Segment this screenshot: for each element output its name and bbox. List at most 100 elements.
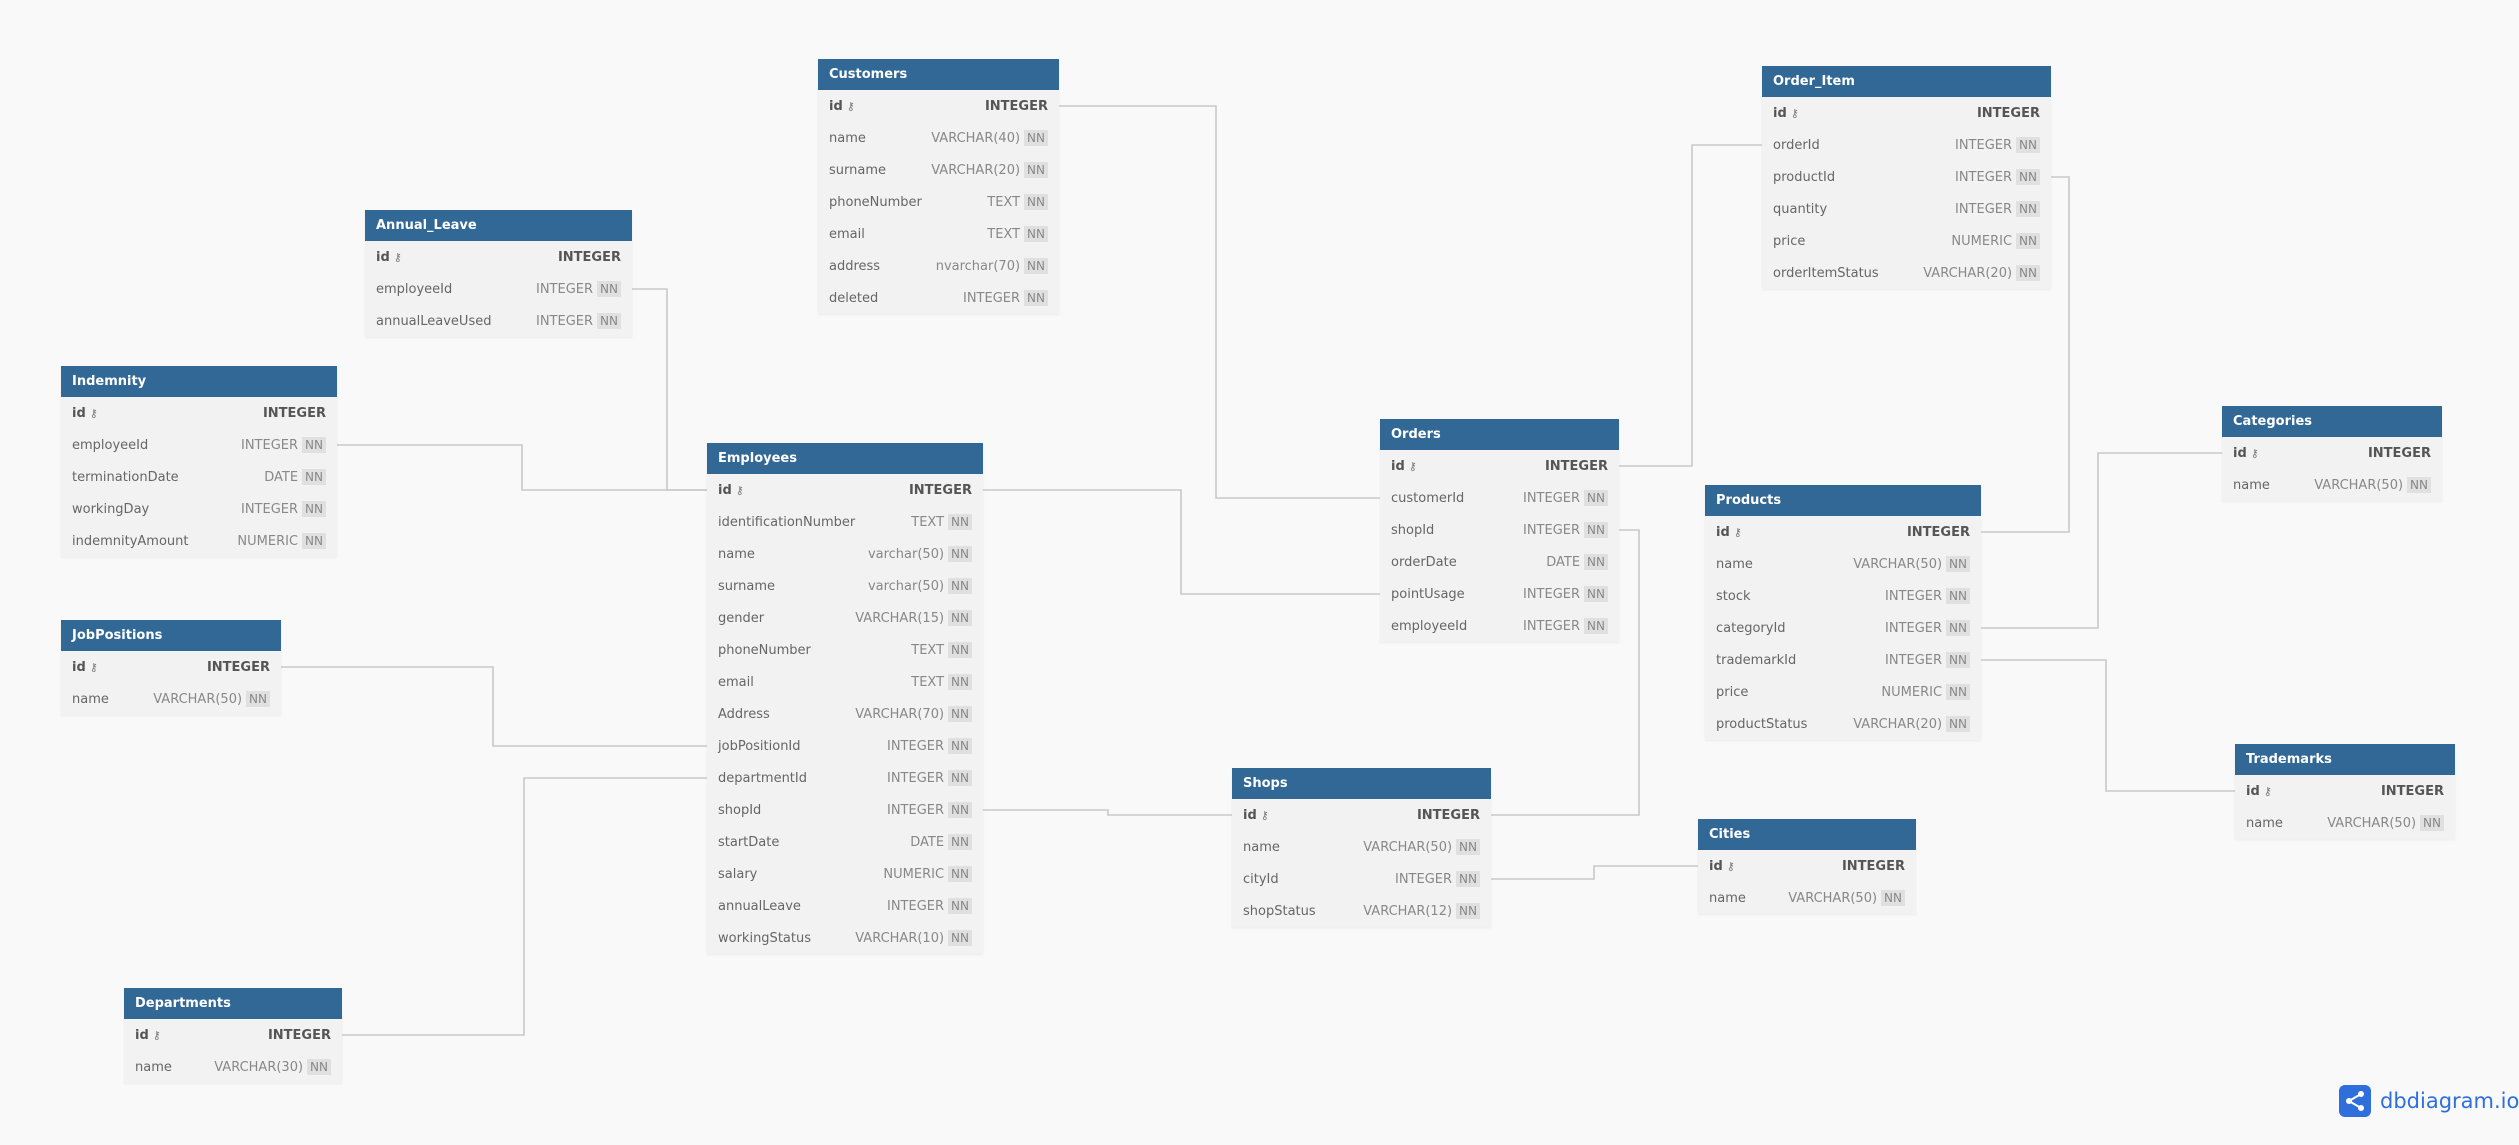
table-column[interactable]: customerId INTEGER NN bbox=[1380, 482, 1619, 514]
table-jobpositions[interactable]: JobPositions id ⚷ INTEGER name VARCHAR(50… bbox=[61, 620, 281, 715]
table-column[interactable]: workingStatus VARCHAR(10) NN bbox=[707, 922, 983, 954]
table-column[interactable]: orderDate DATE NN bbox=[1380, 546, 1619, 578]
column-name: id ⚷ bbox=[1773, 106, 1977, 121]
table-column[interactable]: name VARCHAR(50) NN bbox=[2235, 807, 2455, 839]
table-column[interactable]: id ⚷ INTEGER bbox=[1705, 516, 1981, 548]
table-column[interactable]: surname varchar(50) NN bbox=[707, 570, 983, 602]
table-column[interactable]: address nvarchar(70) NN bbox=[818, 250, 1059, 282]
table-column[interactable]: id ⚷ INTEGER bbox=[61, 651, 281, 683]
table-column[interactable]: categoryId INTEGER NN bbox=[1705, 612, 1981, 644]
column-name: employeeId bbox=[376, 282, 536, 297]
table-column[interactable]: id ⚷ INTEGER bbox=[124, 1019, 342, 1051]
table-column[interactable]: shopStatus VARCHAR(12) NN bbox=[1232, 895, 1491, 927]
table-column[interactable]: stock INTEGER NN bbox=[1705, 580, 1981, 612]
table-column[interactable]: startDate DATE NN bbox=[707, 826, 983, 858]
table-header[interactable]: Products bbox=[1705, 485, 1981, 516]
table-column[interactable]: deleted INTEGER NN bbox=[818, 282, 1059, 314]
table-column[interactable]: shopId INTEGER NN bbox=[1380, 514, 1619, 546]
table-column[interactable]: id ⚷ INTEGER bbox=[61, 397, 337, 429]
table-column[interactable]: price NUMERIC NN bbox=[1762, 225, 2051, 257]
table-column[interactable]: surname VARCHAR(20) NN bbox=[818, 154, 1059, 186]
table-header[interactable]: Shops bbox=[1232, 768, 1491, 799]
table-column[interactable]: quantity INTEGER NN bbox=[1762, 193, 2051, 225]
table-column[interactable]: name VARCHAR(40) NN bbox=[818, 122, 1059, 154]
table-column[interactable]: id ⚷ INTEGER bbox=[2222, 437, 2442, 469]
table-column[interactable]: employeeId INTEGER NN bbox=[365, 273, 632, 305]
column-name-text: id bbox=[1243, 807, 1257, 823]
table-column[interactable]: email TEXT NN bbox=[707, 666, 983, 698]
table-column[interactable]: departmentId INTEGER NN bbox=[707, 762, 983, 794]
table-header[interactable]: Categories bbox=[2222, 406, 2442, 437]
table-header[interactable]: JobPositions bbox=[61, 620, 281, 651]
table-column[interactable]: phoneNumber TEXT NN bbox=[707, 634, 983, 666]
table-column[interactable]: gender VARCHAR(15) NN bbox=[707, 602, 983, 634]
table-column[interactable]: price NUMERIC NN bbox=[1705, 676, 1981, 708]
column-name-text: name bbox=[1716, 556, 1753, 572]
table-customers[interactable]: Customers id ⚷ INTEGER name VARCHAR(40) N… bbox=[818, 59, 1059, 314]
table-column[interactable]: identificationNumber TEXT NN bbox=[707, 506, 983, 538]
table-column[interactable]: cityId INTEGER NN bbox=[1232, 863, 1491, 895]
dbdiagram-logo[interactable]: dbdiagram.io bbox=[2339, 1085, 2519, 1117]
table-column[interactable]: name VARCHAR(50) NN bbox=[2222, 469, 2442, 501]
table-column[interactable]: terminationDate DATE NN bbox=[61, 461, 337, 493]
table-products[interactable]: Products id ⚷ INTEGER name VARCHAR(50) NN… bbox=[1705, 485, 1981, 740]
table-employees[interactable]: Employees id ⚷ INTEGER identificationNumb… bbox=[707, 443, 983, 954]
table-header[interactable]: Indemnity bbox=[61, 366, 337, 397]
table-header[interactable]: Annual_Leave bbox=[365, 210, 632, 241]
table-trademarks[interactable]: Trademarks id ⚷ INTEGER name VARCHAR(50) … bbox=[2235, 744, 2455, 839]
table-column[interactable]: annualLeave INTEGER NN bbox=[707, 890, 983, 922]
table-column[interactable]: employeeId INTEGER NN bbox=[61, 429, 337, 461]
table-column[interactable]: phoneNumber TEXT NN bbox=[818, 186, 1059, 218]
table-column[interactable]: salary NUMERIC NN bbox=[707, 858, 983, 890]
table-column[interactable]: trademarkId INTEGER NN bbox=[1705, 644, 1981, 676]
table-column[interactable]: jobPositionId INTEGER NN bbox=[707, 730, 983, 762]
table-departments[interactable]: Departments id ⚷ INTEGER name VARCHAR(30)… bbox=[124, 988, 342, 1083]
column-name: name bbox=[72, 692, 153, 707]
table-column[interactable]: workingDay INTEGER NN bbox=[61, 493, 337, 525]
table-column[interactable]: pointUsage INTEGER NN bbox=[1380, 578, 1619, 610]
table-cities[interactable]: Cities id ⚷ INTEGER name VARCHAR(50) NN bbox=[1698, 819, 1916, 914]
table-column[interactable]: id ⚷ INTEGER bbox=[1698, 850, 1916, 882]
table-column[interactable]: name VARCHAR(50) NN bbox=[1232, 831, 1491, 863]
table-column[interactable]: name VARCHAR(50) NN bbox=[1705, 548, 1981, 580]
table-column[interactable]: id ⚷ INTEGER bbox=[365, 241, 632, 273]
table-column[interactable]: id ⚷ INTEGER bbox=[1380, 450, 1619, 482]
table-column[interactable]: shopId INTEGER NN bbox=[707, 794, 983, 826]
column-type: VARCHAR(20) bbox=[931, 162, 1021, 178]
table-column[interactable]: name VARCHAR(50) NN bbox=[61, 683, 281, 715]
table-header[interactable]: Employees bbox=[707, 443, 983, 474]
table-column[interactable]: Address VARCHAR(70) NN bbox=[707, 698, 983, 730]
table-column[interactable]: name varchar(50) NN bbox=[707, 538, 983, 570]
table-column[interactable]: productId INTEGER NN bbox=[1762, 161, 2051, 193]
table-header[interactable]: Order_Item bbox=[1762, 66, 2051, 97]
table-indemnity[interactable]: Indemnity id ⚷ INTEGER employeeId INTEGER… bbox=[61, 366, 337, 557]
table-categories[interactable]: Categories id ⚷ INTEGER name VARCHAR(50) … bbox=[2222, 406, 2442, 501]
table-column[interactable]: id ⚷ INTEGER bbox=[2235, 775, 2455, 807]
table-column[interactable]: employeeId INTEGER NN bbox=[1380, 610, 1619, 642]
table-column[interactable]: id ⚷ INTEGER bbox=[1762, 97, 2051, 129]
column-name-text: orderDate bbox=[1391, 554, 1457, 570]
table-column[interactable]: email TEXT NN bbox=[818, 218, 1059, 250]
table-annual-leave[interactable]: Annual_Leave id ⚷ INTEGER employeeId INTE… bbox=[365, 210, 632, 337]
table-column[interactable]: orderId INTEGER NN bbox=[1762, 129, 2051, 161]
table-column[interactable]: productStatus VARCHAR(20) NN bbox=[1705, 708, 1981, 740]
table-header[interactable]: Orders bbox=[1380, 419, 1619, 450]
column-name: name bbox=[718, 547, 868, 562]
table-column[interactable]: indemnityAmount NUMERIC NN bbox=[61, 525, 337, 557]
table-column[interactable]: id ⚷ INTEGER bbox=[707, 474, 983, 506]
table-column[interactable]: name VARCHAR(50) NN bbox=[1698, 882, 1916, 914]
table-orders[interactable]: Orders id ⚷ INTEGER customerId INTEGER NN… bbox=[1380, 419, 1619, 642]
column-name: salary bbox=[718, 867, 883, 882]
table-header[interactable]: Cities bbox=[1698, 819, 1916, 850]
table-column[interactable]: orderItemStatus VARCHAR(20) NN bbox=[1762, 257, 2051, 289]
table-column[interactable]: name VARCHAR(30) NN bbox=[124, 1051, 342, 1083]
table-shops[interactable]: Shops id ⚷ INTEGER name VARCHAR(50) NN ci… bbox=[1232, 768, 1491, 927]
column-name-text: productId bbox=[1773, 169, 1836, 185]
table-header[interactable]: Customers bbox=[818, 59, 1059, 90]
table-header[interactable]: Departments bbox=[124, 988, 342, 1019]
table-column[interactable]: id ⚷ INTEGER bbox=[818, 90, 1059, 122]
table-column[interactable]: id ⚷ INTEGER bbox=[1232, 799, 1491, 831]
table-header[interactable]: Trademarks bbox=[2235, 744, 2455, 775]
table-column[interactable]: annualLeaveUsed INTEGER NN bbox=[365, 305, 632, 337]
table-order-item[interactable]: Order_Item id ⚷ INTEGER orderId INTEGER N… bbox=[1762, 66, 2051, 289]
